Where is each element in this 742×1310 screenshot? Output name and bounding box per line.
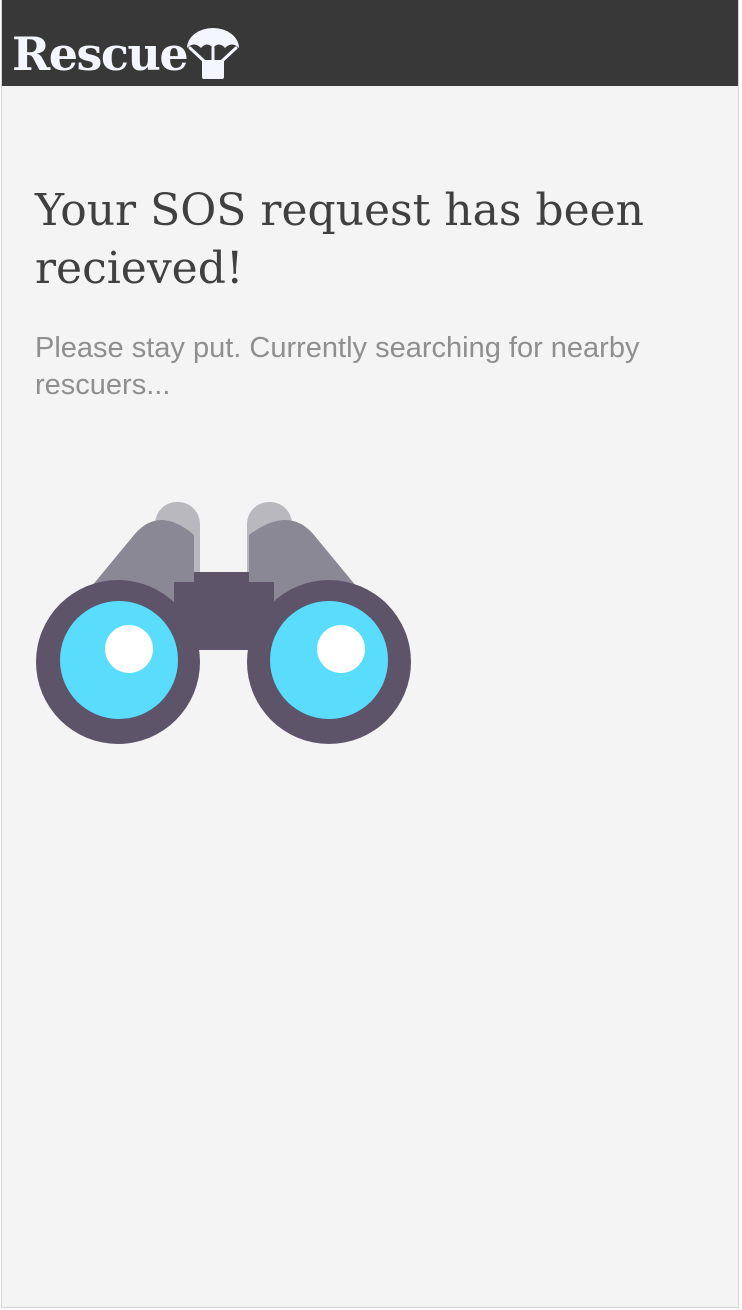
app-title: Rescue bbox=[12, 27, 189, 81]
app-header: Rescue bbox=[2, 0, 738, 86]
app-frame: Rescue Your SOS request has been recieve… bbox=[1, 0, 739, 1308]
binoculars-icon bbox=[36, 502, 411, 744]
sos-confirmation-heading: Your SOS request has been recieved! bbox=[35, 185, 644, 294]
parachute-icon bbox=[187, 28, 239, 79]
searching-status-text: Please stay put. Currently searching for… bbox=[35, 332, 640, 401]
